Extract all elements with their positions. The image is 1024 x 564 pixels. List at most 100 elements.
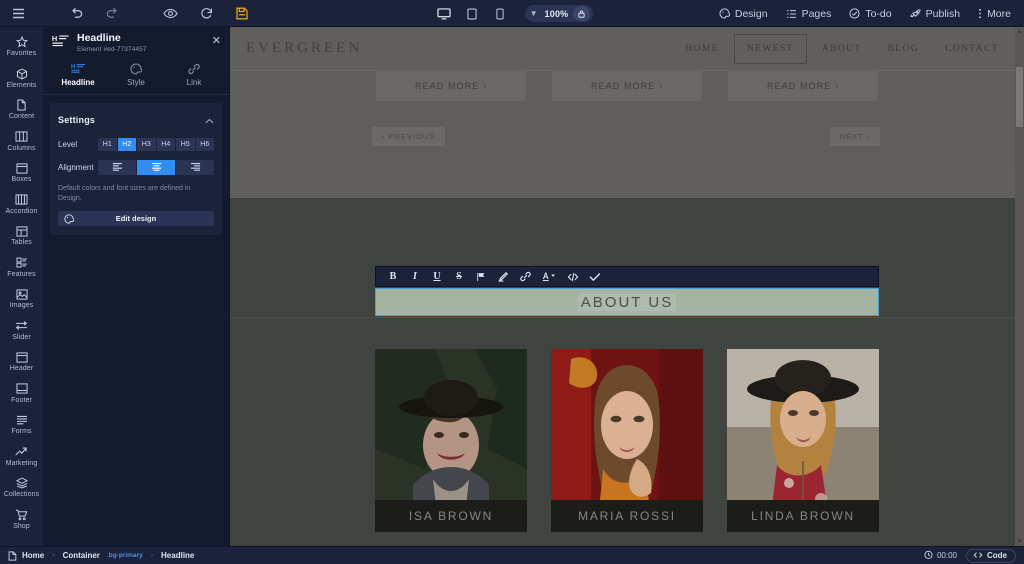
- nav-item-contact[interactable]: CONTACT: [934, 38, 1010, 60]
- level-h2-button[interactable]: H2: [117, 138, 137, 151]
- team-card[interactable]: MARIA ROSSI: [551, 349, 703, 532]
- align-left-button[interactable]: [98, 160, 137, 175]
- align-right-button[interactable]: [176, 160, 214, 175]
- menu-more[interactable]: More: [969, 0, 1020, 27]
- confirm-icon[interactable]: [584, 266, 606, 287]
- read-more-card[interactable]: READ MORE ›: [728, 71, 878, 101]
- team-name: ISA BROWN: [408, 509, 494, 523]
- scrollbar-down-arrow-icon[interactable]: ▼: [1015, 537, 1024, 546]
- site-logo[interactable]: EVERGREEN: [246, 40, 362, 57]
- device-tablet-button[interactable]: [459, 0, 485, 27]
- sidebar-label-images: Images: [9, 302, 34, 310]
- chevron-up-icon[interactable]: [205, 111, 214, 129]
- refresh-icon[interactable]: [188, 0, 224, 27]
- headline-text[interactable]: ABOUT US: [577, 293, 677, 311]
- menu-todo-label: To-do: [865, 7, 892, 20]
- read-more-card[interactable]: READ MORE ›: [376, 71, 526, 101]
- code-button[interactable]: Code: [966, 548, 1016, 563]
- sidebar-label-collections: Collections: [3, 491, 40, 499]
- nav-item-about[interactable]: ABOUT: [811, 38, 873, 60]
- sidebar-item-boxes[interactable]: Boxes: [0, 157, 43, 189]
- level-h3-button[interactable]: H3: [137, 138, 157, 151]
- breadcrumb-home[interactable]: Home: [22, 551, 44, 560]
- source-code-icon[interactable]: [562, 266, 584, 287]
- chevron-down-icon[interactable]: ▼: [528, 9, 540, 18]
- team-card[interactable]: ISA BROWN: [375, 349, 527, 532]
- scrollbar-thumb[interactable]: [1016, 67, 1023, 127]
- font-color-icon[interactable]: [536, 266, 562, 287]
- read-more-card[interactable]: READ MORE ›: [552, 71, 702, 101]
- zoom-control[interactable]: ▼ 100%: [524, 5, 594, 22]
- sidebar-item-tables[interactable]: Tables: [0, 220, 43, 252]
- nav-item-newest[interactable]: NEWEST: [733, 33, 807, 64]
- undo-icon[interactable]: [58, 0, 94, 27]
- edit-design-button[interactable]: Edit design: [58, 211, 214, 226]
- menu-pages[interactable]: Pages: [777, 0, 841, 27]
- hamburger-icon[interactable]: [0, 0, 36, 27]
- scrollbar-up-arrow-icon[interactable]: ▲: [1015, 27, 1024, 36]
- level-row: Level H1 H2 H3 H4 H5 H6: [58, 138, 214, 151]
- nav-item-blog[interactable]: BLOG: [877, 38, 930, 60]
- sidebar-item-elements[interactable]: Elements: [0, 63, 43, 95]
- level-h1-button[interactable]: H1: [98, 138, 118, 151]
- sidebar-item-marketing[interactable]: Marketing: [0, 441, 43, 473]
- breadcrumb-headline[interactable]: Headline: [161, 551, 194, 560]
- device-mobile-button[interactable]: [487, 0, 513, 27]
- align-center-button[interactable]: [137, 160, 176, 175]
- palette-icon: [130, 62, 142, 75]
- eye-icon[interactable]: [152, 0, 188, 27]
- lock-icon[interactable]: [573, 6, 591, 21]
- sidebar-item-collections[interactable]: Collections: [0, 472, 43, 504]
- previous-button[interactable]: ‹ PREVIOUS: [372, 127, 446, 146]
- save-icon[interactable]: [224, 0, 260, 27]
- highlighter-icon[interactable]: [492, 266, 514, 287]
- close-icon[interactable]: ✕: [212, 36, 221, 47]
- sidebar-item-favorites[interactable]: Favorites: [0, 31, 43, 63]
- image-icon: [15, 287, 28, 301]
- tab-headline[interactable]: H Headline: [49, 61, 107, 94]
- link-icon[interactable]: [514, 266, 536, 287]
- panel-element-id: Element #ed-77374457: [77, 46, 147, 53]
- level-h5-button[interactable]: H5: [176, 138, 196, 151]
- rte-underline-button[interactable]: U: [426, 266, 448, 287]
- sidebar-item-slider[interactable]: Slider: [0, 315, 43, 347]
- sidebar-item-features[interactable]: Features: [0, 252, 43, 284]
- website-preview-canvas[interactable]: EVERGREEN HOME NEWEST ABOUT BLOG CONTACT…: [230, 27, 1024, 546]
- level-h4-button[interactable]: H4: [156, 138, 176, 151]
- flag-icon[interactable]: [470, 266, 492, 287]
- settings-section-header[interactable]: Settings: [58, 111, 214, 129]
- sidebar-item-forms[interactable]: Forms: [0, 409, 43, 441]
- tab-headline-label: Headline: [61, 78, 95, 87]
- tab-style[interactable]: Style: [107, 61, 165, 94]
- next-button[interactable]: NEXT ›: [829, 127, 880, 146]
- sidebar-label-header: Header: [9, 365, 34, 373]
- team-name-bar: ISA BROWN: [375, 500, 527, 532]
- sidebar-item-columns[interactable]: Columns: [0, 126, 43, 158]
- rte-bold-button[interactable]: B: [382, 266, 404, 287]
- sidebar-item-footer[interactable]: Footer: [0, 378, 43, 410]
- canvas-scrollbar[interactable]: ▲ ▼: [1015, 27, 1024, 546]
- tab-link[interactable]: Link: [165, 61, 223, 94]
- rte-strikethrough-button[interactable]: S: [448, 266, 470, 287]
- panel-tabs: H Headline Style Link: [43, 61, 229, 95]
- team-card[interactable]: LINDA BROWN: [727, 349, 879, 532]
- sidebar-item-content[interactable]: Content: [0, 94, 43, 126]
- sidebar-item-header[interactable]: Header: [0, 346, 43, 378]
- breadcrumb-container[interactable]: Container: [63, 551, 100, 560]
- redo-icon[interactable]: [94, 0, 130, 27]
- level-h6-button[interactable]: H6: [195, 138, 214, 151]
- menu-todo[interactable]: To-do: [840, 0, 900, 27]
- sidebar-item-accordion[interactable]: Accordion: [0, 189, 43, 221]
- sidebar-item-shop[interactable]: Shop: [0, 504, 43, 536]
- sidebar-label-features: Features: [7, 270, 36, 278]
- menu-publish[interactable]: Publish: [901, 0, 969, 27]
- rte-italic-button[interactable]: I: [404, 266, 426, 287]
- device-desktop-button[interactable]: [431, 0, 457, 27]
- sidebar-item-images[interactable]: Images: [0, 283, 43, 315]
- selected-headline-block[interactable]: ABOUT US: [375, 288, 879, 316]
- link-icon: [188, 62, 200, 75]
- svg-text:H: H: [52, 34, 57, 43]
- menu-design[interactable]: Design: [710, 0, 777, 27]
- nav-item-home[interactable]: HOME: [674, 38, 730, 60]
- palette-icon: [64, 213, 74, 224]
